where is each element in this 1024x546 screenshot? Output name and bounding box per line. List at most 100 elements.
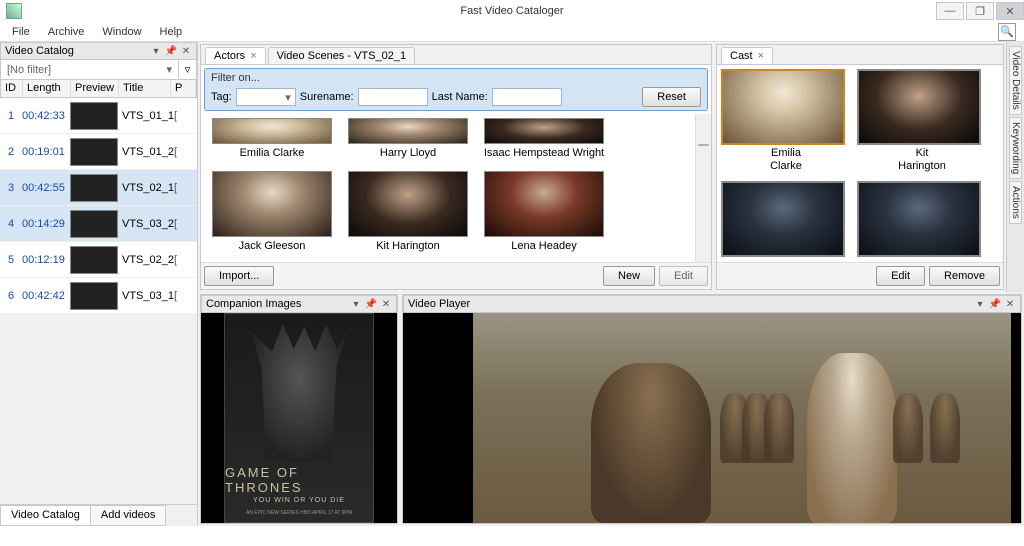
tab-video-catalog[interactable]: Video Catalog [0, 505, 91, 526]
tabstrip: Actors× Video Scenes - VTS_02_1 [201, 45, 711, 65]
maximize-button[interactable]: ❐ [966, 2, 994, 20]
panel-close-icon[interactable]: ✕ [1004, 298, 1016, 310]
table-row[interactable]: 200:19:01VTS_01_2[ [0, 134, 197, 170]
thumbnail [70, 174, 118, 202]
window-title: Fast Video Cataloger [460, 5, 563, 17]
scrollbar[interactable] [695, 114, 711, 262]
col-preview[interactable]: Preview [71, 80, 119, 97]
cast-thumbnail [857, 69, 981, 145]
companion-images-panel: Companion Images ▾ 📌 ✕ GAME OF THRONES Y… [200, 294, 398, 524]
table-row[interactable]: 500:12:19VTS_02_2[ [0, 242, 197, 278]
col-id[interactable]: ID [1, 80, 23, 97]
col-p[interactable]: P [171, 80, 196, 97]
close-icon[interactable]: × [250, 50, 256, 62]
actor-thumbnail [212, 118, 332, 144]
thumbnail [70, 102, 118, 130]
catalog-rows: 100:42:33VTS_01_1[ 200:19:01VTS_01_2[ 30… [0, 98, 197, 314]
dropdown-icon[interactable]: ▾ [350, 298, 362, 310]
actor-card[interactable]: Lena Headey [479, 171, 609, 258]
new-button[interactable]: New [603, 266, 655, 286]
tab-actions[interactable]: Actions [1009, 181, 1022, 224]
tab-video-details[interactable]: Video Details [1009, 46, 1022, 115]
col-title[interactable]: Title [119, 80, 171, 97]
cast-edit-button[interactable]: Edit [876, 266, 925, 286]
catalog-columns: ID Length Preview Title P [0, 80, 197, 98]
actors-panel: Actors× Video Scenes - VTS_02_1 Filter o… [200, 44, 712, 290]
actors-grid: Emilia Clarke Harry Lloyd Isaac Hempstea… [201, 114, 711, 262]
cast-card[interactable]: KitHarington [857, 69, 987, 175]
actor-thumbnail [348, 118, 468, 144]
table-row[interactable]: 300:42:55VTS_02_1[ [0, 170, 197, 206]
cast-thumbnail [721, 181, 845, 257]
tab-video-scenes[interactable]: Video Scenes - VTS_02_1 [268, 47, 415, 64]
pin-icon[interactable]: 📌 [989, 298, 1001, 310]
companion-title: Companion Images [206, 298, 301, 310]
actor-card[interactable]: Kit Harington [343, 171, 473, 258]
cast-card[interactable] [721, 181, 851, 258]
actor-card[interactable]: Isaac Hempstead Wright [479, 118, 609, 165]
surename-input[interactable] [358, 88, 428, 106]
thumbnail [70, 210, 118, 238]
tab-cast[interactable]: Cast× [721, 47, 773, 64]
reset-button[interactable]: Reset [642, 87, 701, 107]
cast-card[interactable] [857, 181, 987, 258]
menu-archive[interactable]: Archive [40, 24, 93, 40]
cast-thumbnail [857, 181, 981, 257]
close-icon[interactable]: × [758, 50, 764, 62]
window-titlebar: Fast Video Cataloger — ❐ ✕ [0, 0, 1024, 22]
close-button[interactable]: ✕ [996, 2, 1024, 20]
video-catalog-panel: Video Catalog ▾ 📌 ✕ [No filter] ▿ ID Len… [0, 42, 198, 526]
menu-help[interactable]: Help [152, 24, 191, 40]
import-button[interactable]: Import... [204, 266, 274, 286]
video-catalog-title: Video Catalog [5, 45, 74, 57]
actor-thumbnail [484, 171, 604, 237]
cast-thumbnail [721, 69, 845, 145]
actor-card[interactable]: Emilia Clarke [207, 118, 337, 165]
right-tab-strip: Video Details Keywording Actions [1006, 42, 1024, 292]
video-player-title: Video Player [408, 298, 470, 310]
cast-card[interactable]: EmiliaClarke [721, 69, 851, 175]
filter-button[interactable]: ▿ [178, 60, 196, 79]
menu-bar: File Archive Window Help 🔍 [0, 22, 1024, 42]
cast-panel: Cast× EmiliaClarke KitHarington Edit Rem… [716, 44, 1004, 290]
actor-thumbnail [212, 171, 332, 237]
search-icon[interactable]: 🔍 [998, 23, 1016, 41]
pin-icon[interactable]: 📌 [165, 45, 177, 57]
menu-window[interactable]: Window [94, 24, 149, 40]
col-length[interactable]: Length [23, 80, 71, 97]
panel-close-icon[interactable]: ✕ [380, 298, 392, 310]
thumbnail [70, 282, 118, 310]
thumbnail [70, 138, 118, 166]
thumbnail [70, 246, 118, 274]
panel-close-icon[interactable]: ✕ [180, 45, 192, 57]
actor-thumbnail [348, 171, 468, 237]
cast-remove-button[interactable]: Remove [929, 266, 1000, 286]
surename-label: Surename: [300, 91, 354, 103]
filter-label: Filter on... [211, 72, 701, 84]
table-row[interactable]: 600:42:42VTS_03_1[ [0, 278, 197, 314]
tag-select[interactable] [236, 88, 296, 106]
actor-card[interactable]: Jack Gleeson [207, 171, 337, 258]
scrollbar-thumb[interactable] [698, 144, 709, 146]
app-icon [6, 3, 22, 19]
menu-file[interactable]: File [4, 24, 38, 40]
tag-label: Tag: [211, 91, 232, 103]
lastname-input[interactable] [492, 88, 562, 106]
video-player-panel: Video Player ▾ 📌 ✕ [402, 294, 1022, 524]
dropdown-icon[interactable]: ▾ [974, 298, 986, 310]
table-row[interactable]: 100:42:33VTS_01_1[ [0, 98, 197, 134]
companion-image[interactable]: GAME OF THRONES YOU WIN OR YOU DIE AN EP… [224, 313, 374, 523]
dropdown-icon[interactable]: ▾ [150, 45, 162, 57]
tab-actors[interactable]: Actors× [205, 47, 266, 64]
filter-box: Filter on... Tag: Surename: Last Name: R… [204, 68, 708, 111]
table-row[interactable]: 400:14:29VTS_03_2[ [0, 206, 197, 242]
tab-add-videos[interactable]: Add videos [90, 505, 166, 526]
edit-button[interactable]: Edit [659, 266, 708, 286]
pin-icon[interactable]: 📌 [365, 298, 377, 310]
actor-card[interactable]: Harry Lloyd [343, 118, 473, 165]
filter-dropdown[interactable]: [No filter] [1, 60, 178, 79]
tab-keywording[interactable]: Keywording [1009, 117, 1022, 179]
minimize-button[interactable]: — [936, 2, 964, 20]
video-player-viewport[interactable] [403, 313, 1021, 523]
cast-grid: EmiliaClarke KitHarington [717, 65, 1003, 262]
